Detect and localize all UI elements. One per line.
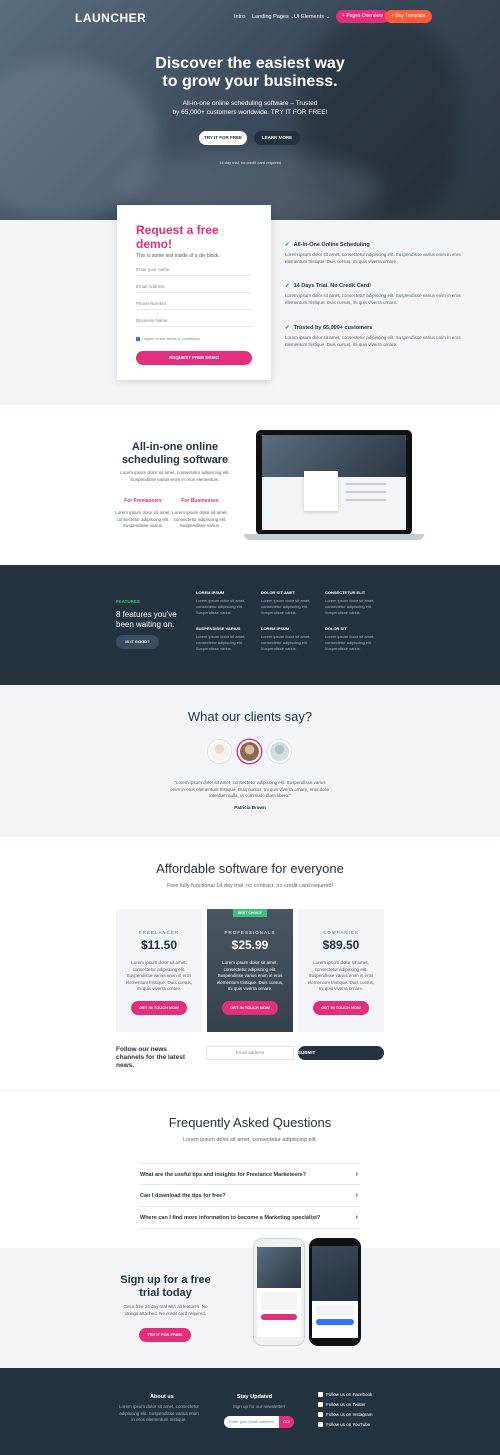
get-in-touch-button[interactable]: GET IN TOUCH NOW	[313, 1001, 369, 1015]
signup-description: Get a free 14 day trial with all feature…	[123, 1304, 208, 1316]
avatar[interactable]	[268, 740, 291, 763]
feature-item: DOLOR SIT AMET Lorem ipsum dolor sit amet…	[261, 590, 311, 615]
check-icon: ✔	[285, 283, 290, 289]
plan-card-companies: COMPANIES $89.50 Lorem ipsum dolor sit a…	[298, 909, 384, 1032]
avatar[interactable]	[238, 740, 261, 763]
feature-item: CONSECTETUR ELIT Lorem ipsum dolor sit am…	[325, 590, 375, 615]
stay-updated-title: Stay Updated	[237, 1394, 273, 1400]
avatar[interactable]	[208, 740, 231, 763]
faq-item[interactable]: What are the useful tips and insights fo…	[140, 1163, 360, 1185]
terms-checkbox[interactable]: I agree to the terms & conditions	[136, 336, 252, 341]
about-title: About us	[150, 1394, 174, 1400]
feature-item: LOREM IPSUM Lorem ipsum dolor sit amet, c…	[196, 590, 246, 615]
hero-section: LAUNCHER Intro Landing Pages ⌄ UI Elemen…	[0, 0, 500, 220]
phone-mockup-image	[309, 1238, 361, 1346]
try-it-free-button[interactable]: TRY IT FOR FREE	[199, 131, 247, 145]
instagram-icon	[318, 1412, 323, 1418]
nav-ui-elements[interactable]: UI Elements ⌄	[294, 14, 330, 20]
try-it-free-button[interactable]: TRY IT FOR FREE!	[139, 1328, 191, 1342]
newsletter-submit-button[interactable]: SUBMIT	[298, 1046, 384, 1060]
footer-email-input[interactable]: Enter your email address	[224, 1416, 280, 1428]
hero-subtitle: All-in-one online scheduling software – …	[172, 100, 328, 116]
testimonial-quote: “Lorem ipsum dolor sit amet, consectetur…	[170, 780, 330, 798]
feature-item: LOREM IPSUM Lorem ipsum dolor sit amet, c…	[261, 626, 311, 651]
request-demo-button[interactable]: REQUEST FREE DEMO	[136, 351, 252, 365]
all-in-one-section: All-in-one online scheduling software Lo…	[0, 405, 500, 565]
businesses-column: For Businesses Lorem ipsum dolor sit ame…	[172, 498, 228, 528]
section-subtitle: Free fully functional 14 day trial, no c…	[166, 883, 333, 889]
nav-intro[interactable]: Intro	[234, 14, 245, 20]
youtube-icon	[318, 1422, 323, 1428]
twitter-icon	[318, 1402, 323, 1408]
email-input[interactable]: Email Address	[136, 276, 252, 293]
phone-input[interactable]: Phone Number	[136, 293, 252, 310]
check-icon: ✔	[285, 325, 290, 331]
chevron-right-icon: ›	[355, 1192, 358, 1199]
learn-more-button[interactable]: LEARN MORE	[254, 131, 300, 145]
checkbox-icon	[136, 336, 140, 341]
footer: About us Lorem ipsum dolor sit amet, con…	[0, 1368, 500, 1455]
is-it-good-button[interactable]: IS IT GOOD?	[116, 635, 159, 649]
plan-card-freelancer: FREELANCER $11.50 Lorem ipsum dolor sit …	[116, 909, 202, 1032]
check-icon: ✔	[285, 242, 290, 248]
benefit-item: ✔ All-In-One Online Scheduling Lorem ipsu…	[285, 242, 461, 264]
section-title: Affordable software for everyone	[156, 861, 344, 876]
features-section: FEATURES 8 features you've been waiting …	[0, 565, 500, 685]
twitter-link[interactable]: Follow us on Twitter	[318, 1402, 366, 1408]
about-description: Lorem ipsum dolor sit amet, consectetur …	[118, 1404, 200, 1422]
business-input[interactable]: Business Name	[136, 310, 252, 327]
pricing-section: Affordable software for everyone Free fu…	[0, 837, 500, 1090]
newsletter-title: Follow our news channels for the latest …	[116, 1046, 185, 1069]
freelancers-column: For Freelancers Lorem ipsum dolor sit am…	[115, 498, 171, 528]
testimonial-author: Patricia Brown	[234, 805, 266, 810]
hero-note: 14 day trial, no credit card required	[219, 160, 281, 165]
instagram-link[interactable]: Follow us on Instagram	[318, 1412, 373, 1418]
section-description: Lorem ipsum dolor sit amet, consectetur …	[120, 470, 230, 482]
demo-title: Request a free demo!	[136, 223, 219, 251]
get-in-touch-button[interactable]: GET IN TOUCH NOW	[222, 1001, 278, 1015]
signup-title: Sign up for a free trial today	[120, 1274, 211, 1299]
chevron-right-icon: ›	[355, 1214, 358, 1221]
demo-form-card: Request a free demo! This is some text i…	[117, 205, 271, 380]
facebook-link[interactable]: Follow us on Facebook	[318, 1392, 372, 1398]
pages-overview-button[interactable]: + Pages Overview	[336, 10, 389, 23]
benefit-item: ✔ Trusted by 65,000+ customers Lorem ipsu…	[285, 325, 461, 347]
testimonials-section: What our clients say? “Lorem ipsum dolor…	[0, 685, 500, 837]
phone-mockup-image	[253, 1238, 305, 1346]
section-title: All-in-one online scheduling software	[121, 441, 229, 466]
benefit-item: ✔ 14 Days Trial. No Credit Card! Lorem ip…	[285, 283, 461, 305]
buy-template-button[interactable]: + Buy Template	[385, 10, 432, 23]
laptop-mockup-image	[244, 430, 424, 542]
hero-title: Discover the easiest way to grow your bus…	[155, 55, 345, 90]
feature-item: DOLOR SIT Lorem ipsum dolor sit amet, con…	[325, 626, 375, 651]
section-title: Frequently Asked Questions	[168, 1115, 332, 1130]
chevron-right-icon: ›	[355, 1171, 358, 1178]
faq-section: Frequently Asked Questions Lorem ipsum d…	[0, 1090, 500, 1248]
logo[interactable]: LAUNCHER	[75, 11, 146, 25]
youtube-link[interactable]: Follow us on YouTube	[318, 1422, 370, 1428]
section-subtitle: Lorem ipsum dolor sit amet, consectetur …	[183, 1137, 317, 1143]
section-title: What our clients say?	[187, 709, 313, 724]
demo-section: Request a free demo! This is some text i…	[0, 205, 500, 405]
faq-item[interactable]: Where can I find more information to bec…	[140, 1207, 360, 1229]
features-tag: FEATURES	[116, 599, 140, 604]
facebook-icon	[318, 1392, 323, 1398]
nav-landing-pages[interactable]: Landing Pages ⌄	[252, 14, 295, 20]
features-title: 8 features you've been waiting on.	[116, 610, 177, 629]
signup-section: Sign up for a free trial today Get a fre…	[0, 1238, 500, 1368]
newsletter-email-input[interactable]: Email address	[206, 1046, 294, 1060]
go-button[interactable]: GO!	[279, 1416, 294, 1428]
best-choice-badge: BEST CHOICE	[233, 909, 267, 917]
get-in-touch-button[interactable]: GET IN TOUCH NOW	[131, 1001, 187, 1015]
feature-item: SUSPENDISSE VARIUS Lorem ipsum dolor sit …	[196, 626, 246, 651]
faq-item[interactable]: Can I download the tips for free? ›	[140, 1185, 360, 1207]
newsletter-text: Sign up for our newsletter!	[232, 1404, 286, 1409]
name-input[interactable]: Enter your name	[136, 259, 252, 276]
chevron-down-icon: ⌄	[325, 14, 331, 20]
plan-card-professionals: BEST CHOICE PROFESSIONALS $25.99 Lorem i…	[207, 909, 293, 1032]
